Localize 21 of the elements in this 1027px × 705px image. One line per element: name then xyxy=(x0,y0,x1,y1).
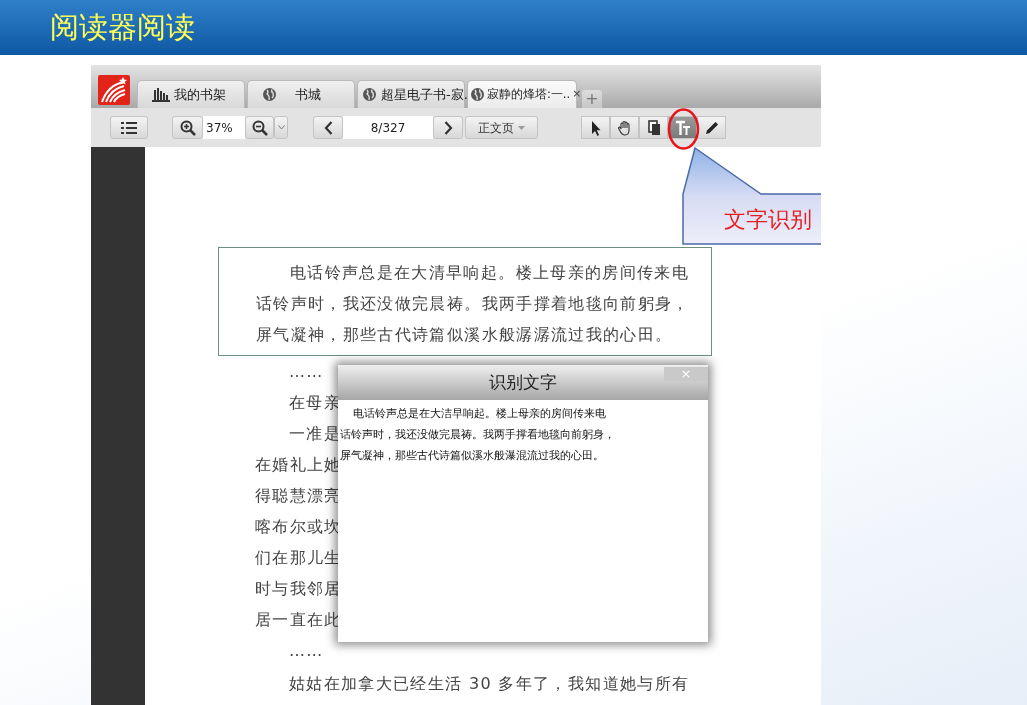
dialog-title: 识别文字 xyxy=(489,370,557,394)
text-line: 喀布尔或坎 xyxy=(255,516,342,538)
text-line: 话铃声时，我还没做完晨祷。我两手撑看地毯向前躬身， xyxy=(340,427,615,443)
tab[interactable]: 我的书架 xyxy=(137,80,245,108)
tab[interactable]: 书城 xyxy=(247,80,355,108)
text-line: 话铃声时，我还没做完晨祷。我两手撑着地毯向前躬身， xyxy=(256,293,690,315)
zoom-field[interactable]: 37% xyxy=(203,116,245,139)
text-line: 时与我邻居 xyxy=(255,578,342,600)
text-line: 屏气凝神，那些古代诗篇似溪水般潺潺流过我的心田。 xyxy=(256,324,673,346)
text-line: 姑姑在加拿大已经生活 30 多年了，我知道她与所有 xyxy=(289,673,690,695)
page-field[interactable]: 8/327 xyxy=(343,116,433,139)
tab[interactable]: 超星电子书-寂.. xyxy=(357,80,465,108)
text-line: 屏气凝神，那些古代诗篇似溪水般瀑混流过我的心田。 xyxy=(340,448,604,464)
text-line: …… xyxy=(289,361,324,383)
text-line: 们在那儿生 xyxy=(255,547,342,569)
text-line: 电话铃声总是在大清早响起。楼上母亲的房间传来电 xyxy=(290,262,690,284)
slide-title: 阅读器阅读 xyxy=(50,13,195,42)
view-mode-dropdown[interactable]: 正文页 xyxy=(465,116,538,139)
callout-label: 文字识别 xyxy=(722,205,813,234)
text-line: …… xyxy=(289,640,324,662)
text-line: 电话铃声总是在大洁早响起。楼上母亲的房间传来电 xyxy=(353,406,606,422)
